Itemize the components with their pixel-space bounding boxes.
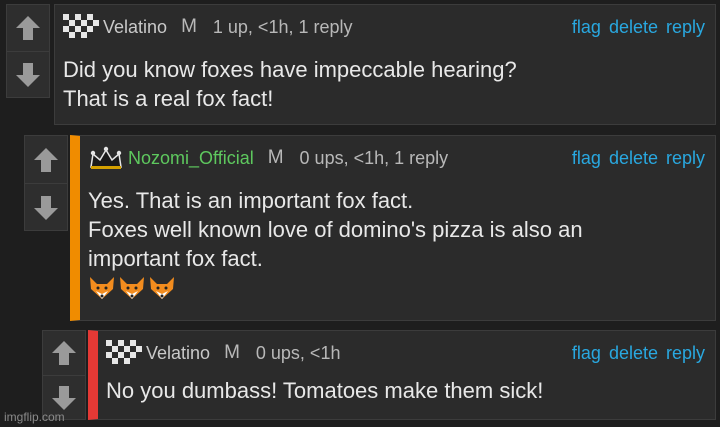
- username[interactable]: Nozomi_Official: [128, 148, 254, 169]
- arrow-down-icon: [34, 195, 58, 220]
- vote-column: [42, 330, 86, 420]
- comment-meta: 0 ups, <1h, 1 reply: [299, 147, 449, 168]
- reply-link[interactable]: reply: [666, 343, 705, 364]
- comment-meta: 0 ups, <1h: [255, 342, 341, 363]
- comment-reply: Velatino M 0 ups, <1h flag delete reply …: [88, 330, 716, 420]
- reply-link[interactable]: reply: [666, 148, 705, 169]
- delete-link[interactable]: delete: [609, 17, 658, 38]
- comment-actions: flag delete reply: [572, 343, 705, 364]
- comment: Velatino M 1 up, <1h, 1 reply flag delet…: [54, 4, 716, 125]
- comment-line: Yes. That is an important fox fact.: [88, 188, 414, 213]
- comment-header: Velatino M 1 up, <1h, 1 reply flag delet…: [63, 13, 705, 41]
- downvote-button[interactable]: [7, 52, 49, 98]
- delete-link[interactable]: delete: [609, 343, 658, 364]
- username[interactable]: Velatino: [103, 17, 167, 38]
- comment-actions: flag delete reply: [572, 148, 705, 169]
- gender-label: M: [267, 147, 284, 168]
- pixel-avatar-icon[interactable]: [63, 14, 99, 40]
- delete-link[interactable]: delete: [609, 148, 658, 169]
- comment-meta: 1 up, <1h, 1 reply: [212, 16, 353, 37]
- arrow-up-icon: [34, 147, 58, 172]
- comment-line: No you dumbass! Tomatoes make them sick!: [106, 378, 544, 403]
- comment-text: Did you know foxes have impeccable heari…: [63, 55, 705, 113]
- upvote-button[interactable]: [7, 5, 49, 52]
- comment-line: That is a real fox fact!: [63, 86, 274, 111]
- arrow-down-icon: [16, 63, 40, 87]
- crown-avatar-icon[interactable]: [88, 145, 124, 171]
- comment-text: Yes. That is an important fox fact. Foxe…: [88, 186, 705, 301]
- watermark: imgflip.com: [4, 410, 65, 424]
- arrow-down-icon: [52, 386, 76, 410]
- fox-face-icon: [150, 277, 174, 299]
- reply-link[interactable]: reply: [666, 17, 705, 38]
- comment-line: important fox fact.: [88, 246, 263, 271]
- upvote-button[interactable]: [43, 331, 85, 376]
- gender-label: M: [181, 16, 197, 37]
- comment-line: Foxes well known love of domino's pizza …: [88, 217, 583, 242]
- flag-link[interactable]: flag: [572, 17, 601, 38]
- arrow-up-icon: [16, 16, 40, 40]
- gender-label: M: [224, 342, 240, 363]
- emoji-row: [88, 275, 705, 301]
- comment-actions: flag delete reply: [572, 17, 705, 38]
- downvote-button[interactable]: [25, 184, 67, 231]
- comment-header: Nozomi_Official M 0 ups, <1h, 1 reply fl…: [88, 144, 705, 172]
- comment-reply: Nozomi_Official M 0 ups, <1h, 1 reply fl…: [70, 135, 716, 321]
- flag-link[interactable]: flag: [572, 148, 601, 169]
- vote-column: [6, 4, 50, 98]
- vote-column: [24, 135, 68, 231]
- username[interactable]: Velatino: [146, 343, 210, 364]
- pixel-avatar-icon[interactable]: [106, 340, 142, 366]
- upvote-button[interactable]: [25, 136, 67, 184]
- comment-line: Did you know foxes have impeccable heari…: [63, 57, 517, 82]
- comment-header: Velatino M 0 ups, <1h flag delete reply: [106, 339, 705, 367]
- comment-text: No you dumbass! Tomatoes make them sick!: [106, 376, 705, 405]
- fox-face-icon: [120, 277, 144, 299]
- flag-link[interactable]: flag: [572, 343, 601, 364]
- fox-face-icon: [90, 277, 114, 299]
- arrow-up-icon: [52, 341, 76, 365]
